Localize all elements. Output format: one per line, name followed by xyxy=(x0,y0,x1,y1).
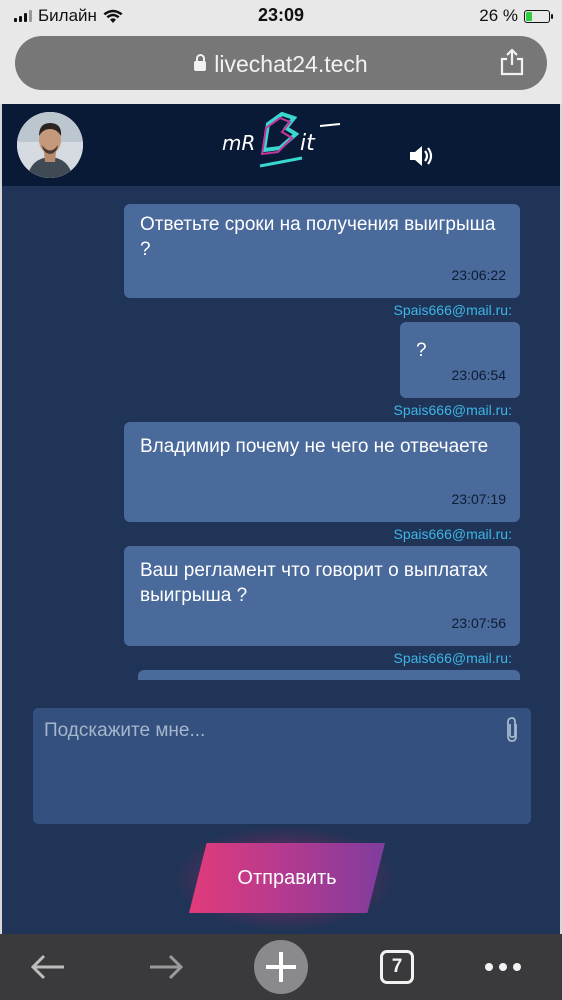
svg-text:it: it xyxy=(300,131,316,156)
message-text: Ваш регламент что говорит о выплатах выи… xyxy=(140,560,488,606)
more-menu-icon[interactable] xyxy=(480,944,526,990)
svg-text:mR: mR xyxy=(222,131,255,155)
chat-header: mR it xyxy=(2,104,560,186)
message-list[interactable]: Ответьте сроки на получения выигрыша ? 2… xyxy=(2,186,560,680)
back-arrow-icon[interactable] xyxy=(26,944,72,990)
browser-toolbar: 7 xyxy=(0,934,562,1000)
message-text: Владимир почему не чего не отвечаете xyxy=(140,436,489,457)
lock-icon xyxy=(194,54,207,71)
message-sender: Spais666@mail.ru: xyxy=(393,526,513,542)
battery-info: 26 % xyxy=(479,6,553,26)
input-placeholder: Подскажите мне... xyxy=(44,720,206,741)
forward-arrow-icon[interactable] xyxy=(142,944,188,990)
send-button[interactable]: Отправить xyxy=(189,843,385,913)
message-bubble: Владимир почему не чего не отвечаете 23:… xyxy=(124,422,520,522)
message-bubble: Ваш регламент что говорит о выплатах выи… xyxy=(124,546,520,646)
message-bubble: ? 23:06:54 xyxy=(400,322,520,398)
mrbit-logo: mR it xyxy=(222,111,341,168)
message-time: 23:06:22 xyxy=(451,267,507,283)
message-sender: Spais666@mail.ru: xyxy=(393,402,513,418)
message-bubble: Ответьте сроки на получения выигрыша ? 2… xyxy=(124,204,520,298)
new-tab-plus-icon[interactable] xyxy=(252,938,310,996)
clock: 23:09 xyxy=(257,5,305,25)
tabs-count-button[interactable]: 7 xyxy=(380,950,414,984)
battery-icon xyxy=(524,9,553,23)
message-time: 23:07:19 xyxy=(451,491,507,507)
status-bar: Билайн 23:09 26 % xyxy=(0,0,562,32)
volume-icon[interactable] xyxy=(408,144,434,168)
message-time: 23:06:54 xyxy=(451,367,507,383)
message-bubble xyxy=(138,670,520,680)
url-text: livechat24.tech xyxy=(214,51,368,77)
paperclip-icon[interactable] xyxy=(503,716,521,744)
message-input[interactable]: Подскажите мне... xyxy=(33,708,531,824)
message-sender: Spais666@mail.ru: xyxy=(393,650,513,666)
message-time: 23:07:56 xyxy=(451,615,507,631)
address-bar[interactable]: livechat24.tech xyxy=(15,36,547,90)
share-icon[interactable] xyxy=(499,48,525,76)
message-sender: Spais666@mail.ru: xyxy=(393,302,513,318)
avatar xyxy=(17,112,83,178)
message-text: ? xyxy=(416,340,427,361)
battery-percent: 26 % xyxy=(479,6,518,25)
chat-widget: mR it Ответьте сроки на получения выигры… xyxy=(0,104,562,934)
message-text: Ответьте сроки на получения выигрыша ? xyxy=(140,214,496,260)
